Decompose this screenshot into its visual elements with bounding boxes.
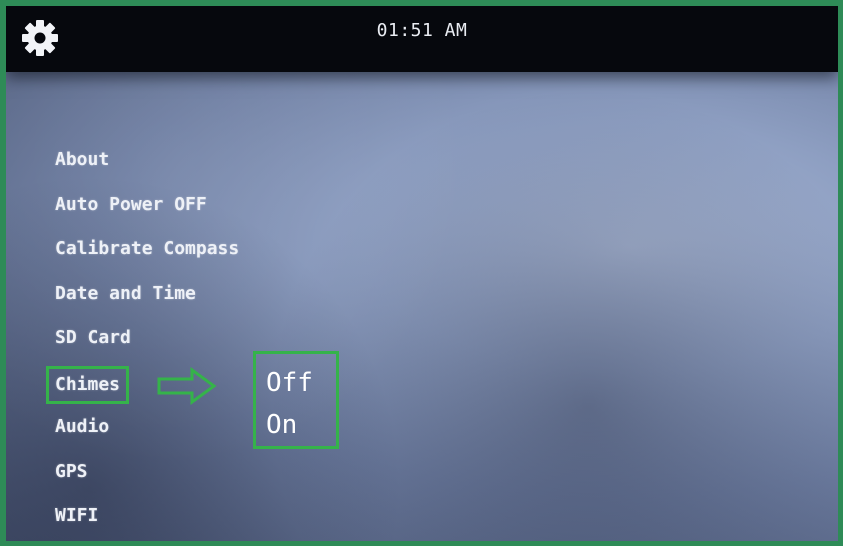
settings-menu: About Auto Power OFF Calibrate Compass D…: [46, 143, 239, 541]
menu-item-auto-power-off[interactable]: Auto Power OFF: [55, 188, 239, 233]
clock-time: 01:51 AM: [376, 20, 468, 41]
menu-item-label: Auto Power OFF: [55, 193, 207, 215]
camera-settings-screen: 01:51 AM About Auto Power OFF Calibrate …: [0, 0, 843, 546]
menu-item-label: WIFI: [55, 505, 99, 526]
menu-item-gps[interactable]: GPS: [55, 455, 239, 500]
menu-item-label-highlighted: Chimes: [46, 365, 130, 404]
chimes-submenu: Off On: [253, 351, 339, 449]
menu-item-about[interactable]: About: [55, 143, 239, 188]
menu-item-label: About: [55, 149, 110, 170]
menu-item-label: Calibrate Compass: [55, 238, 240, 259]
right-arrow-icon: [157, 367, 217, 405]
menu-item-date-and-time[interactable]: Date and Time: [55, 277, 239, 322]
menu-item-sd-card[interactable]: SD Card: [55, 321, 239, 366]
menu-item-label: Date and Time: [55, 282, 196, 304]
option-off[interactable]: Off: [266, 362, 336, 404]
menu-item-audio[interactable]: Audio: [55, 410, 239, 455]
menu-item-label: Audio: [55, 416, 110, 437]
menu-item-calibrate-compass[interactable]: Calibrate Compass: [55, 232, 239, 277]
menu-item-wifi[interactable]: WIFI: [55, 499, 239, 541]
status-bar: 01:51 AM: [6, 6, 838, 72]
option-on[interactable]: On: [266, 404, 336, 446]
menu-item-label: SD Card: [55, 327, 131, 348]
menu-item-label: GPS: [55, 460, 88, 482]
